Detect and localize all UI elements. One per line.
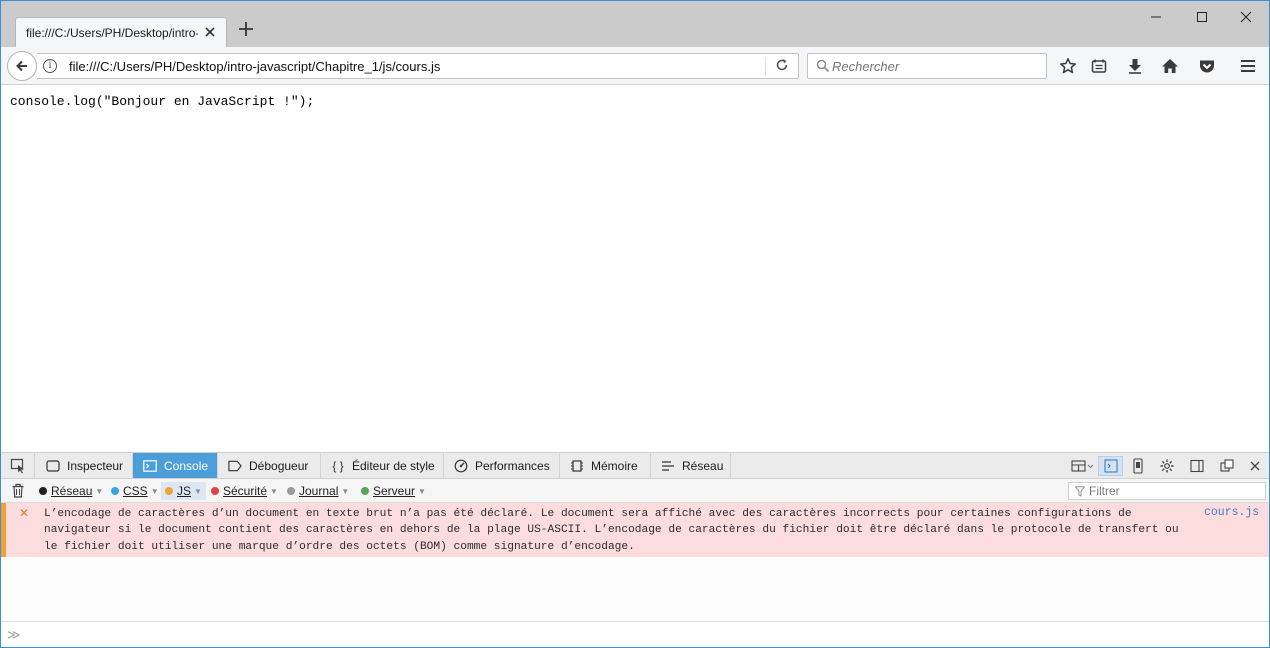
tab-debugger-label: Débogueur (249, 458, 309, 473)
dock-side-icon[interactable] (1186, 456, 1208, 476)
tab-network-label: Réseau (682, 458, 724, 473)
tab-inspector[interactable]: Inspecteur (36, 453, 133, 478)
element-picker-button[interactable] (1, 453, 35, 478)
filter-css-dot (111, 487, 119, 495)
title-bar: file:///C:/Users/PH/Desktop/intro- (1, 1, 1269, 47)
filter-log-label: Journal (299, 484, 339, 498)
search-icon (816, 59, 832, 75)
maximize-button[interactable] (1179, 1, 1225, 33)
back-arrow-icon (16, 60, 27, 72)
close-window-button[interactable] (1223, 1, 1269, 33)
tab-style-editor[interactable]: { } Éditeur de style (321, 453, 444, 478)
console-message-text: L’encodage de caractères d’un document e… (44, 508, 1179, 553)
filter-server[interactable]: Serveur ▼ (357, 482, 430, 500)
tab-network[interactable]: Réseau (651, 453, 731, 478)
chevron-down-icon: ▼ (150, 486, 159, 496)
filter-log-dot (287, 487, 295, 495)
warning-icon: ✕ (19, 506, 30, 520)
tab-memory[interactable]: Mémoire (560, 453, 651, 478)
split-console-icon[interactable] (1098, 456, 1123, 476)
message-source-link[interactable]: cours.js (1204, 506, 1259, 519)
filter-css[interactable]: CSS ▼ (107, 482, 163, 500)
url-text[interactable]: file:///C:/Users/PH/Desktop/intro-javasc… (69, 59, 440, 74)
filter-css-label: CSS (123, 484, 148, 498)
tab-style-editor-label: Éditeur de style (352, 458, 435, 473)
url-bar[interactable]: i file:///C:/Users/PH/Desktop/intro-java… (37, 53, 799, 79)
network-icon (661, 459, 675, 473)
tab-title: file:///C:/Users/PH/Desktop/intro- (26, 26, 198, 40)
bookmark-star-icon[interactable] (1057, 55, 1079, 77)
url-separator (765, 57, 766, 75)
browser-window: file:///C:/Users/PH/Desktop/intro- i fil… (0, 0, 1270, 648)
filter-log[interactable]: Journal ▼ (283, 482, 353, 500)
reload-icon[interactable] (773, 58, 791, 76)
inspector-icon (46, 459, 60, 473)
console-input-line[interactable]: ≫ (1, 621, 1269, 647)
tab-performance[interactable]: Performances (444, 453, 560, 478)
responsive-design-icon[interactable] (1127, 456, 1149, 476)
close-tab-icon[interactable] (202, 24, 218, 40)
tab-inspector-label: Inspecteur (67, 458, 124, 473)
chevron-down-icon: ▼ (270, 486, 278, 496)
chevron-down-icon: ▼ (194, 486, 202, 496)
minimize-button[interactable] (1133, 1, 1179, 33)
filter-network[interactable]: Réseau ▼ (35, 482, 107, 500)
element-picker-icon (10, 458, 24, 473)
browser-tab[interactable]: file:///C:/Users/PH/Desktop/intro- (15, 17, 227, 47)
frame-selector-icon[interactable] (1069, 456, 1097, 476)
trash-icon[interactable] (11, 483, 25, 498)
chevron-down-icon: ▼ (418, 486, 426, 496)
filter-js-dot (165, 487, 173, 495)
console-filter-field[interactable] (1068, 482, 1266, 500)
console-warning-message: ✕ L’encodage de caractères d’un document… (1, 503, 1269, 557)
prompt-icon: ≫ (7, 627, 21, 642)
chevron-down-icon: ▼ (341, 486, 350, 496)
filter-server-label: Serveur (373, 484, 416, 498)
tab-performance-label: Performances (475, 458, 550, 473)
search-bar[interactable] (807, 53, 1047, 79)
filter-security[interactable]: Sécurité ▼ (207, 482, 282, 500)
source-code-line: console.log("Bonjour en JavaScript !"); (10, 94, 315, 109)
downloads-icon[interactable] (1124, 55, 1146, 77)
page-content: console.log("Bonjour en JavaScript !"); (1, 86, 1269, 452)
braces-icon: { } (332, 458, 344, 473)
separate-window-icon[interactable] (1216, 456, 1238, 476)
console-filter-bar: Réseau ▼ CSS ▼ JS ▼ Sécurité ▼ Journal ▼… (1, 479, 1269, 503)
filter-network-label: Réseau (51, 484, 93, 498)
devtools-tabbar: Inspecteur Console Débogueur { } Éditeur… (1, 453, 1269, 479)
navigation-toolbar: i file:///C:/Users/PH/Desktop/intro-java… (1, 47, 1269, 85)
funnel-icon (1074, 486, 1086, 497)
memory-icon (570, 459, 584, 473)
debugger-icon (228, 459, 242, 473)
tab-debugger[interactable]: Débogueur (218, 453, 321, 478)
console-filter-input[interactable] (1089, 484, 1259, 498)
back-button[interactable] (7, 51, 37, 81)
tab-memory-label: Mémoire (591, 458, 638, 473)
tab-console[interactable]: Console (133, 453, 218, 478)
filter-security-label: Sécurité (223, 484, 268, 498)
filter-js-label: JS (177, 484, 192, 498)
tab-console-label: Console (164, 458, 209, 473)
site-info-icon[interactable]: i (43, 59, 57, 73)
console-input[interactable] (23, 626, 1253, 644)
filter-server-dot (361, 487, 369, 495)
filter-security-dot (211, 487, 219, 495)
filter-js[interactable]: JS ▼ (161, 482, 206, 500)
home-icon[interactable] (1159, 55, 1181, 77)
performance-icon (454, 459, 468, 473)
reading-list-icon[interactable] (1088, 55, 1110, 77)
gear-icon[interactable] (1156, 456, 1178, 476)
new-tab-button[interactable] (235, 20, 257, 42)
search-input[interactable] (832, 56, 1042, 76)
devtools-panel: Inspecteur Console Débogueur { } Éditeur… (1, 452, 1269, 647)
close-devtools-icon[interactable] (1244, 456, 1266, 476)
console-icon (143, 459, 157, 473)
menu-icon[interactable] (1237, 55, 1259, 77)
chevron-down-icon: ▼ (95, 486, 104, 496)
pocket-icon[interactable] (1196, 55, 1218, 77)
filter-network-dot (39, 487, 47, 495)
